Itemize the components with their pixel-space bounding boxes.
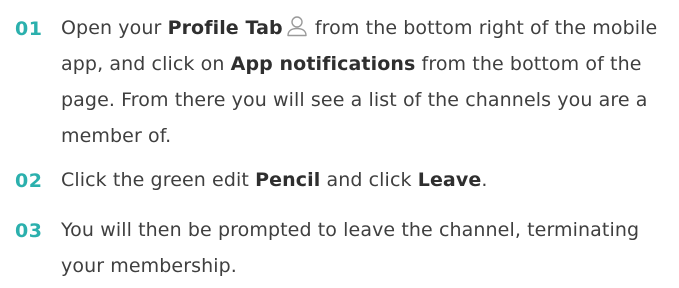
pencil-label: Pencil (255, 169, 321, 191)
step-number: 03 (15, 220, 43, 242)
profile-tab-label: Profile Tab (167, 17, 283, 39)
step-text: You will then be prompted to leave the c… (61, 212, 673, 284)
step-text-segment: Click the green edit (61, 169, 256, 191)
leave-label: Leave (417, 169, 482, 191)
app-notifications-label: App notifications (230, 53, 416, 75)
step-text-segment: Open your (61, 17, 168, 39)
step-text-segment: and click (320, 169, 418, 191)
step-text: Open your Profile Tab from the bottom ri… (61, 10, 673, 154)
user-profile-icon (286, 13, 308, 37)
step-number: 01 (15, 18, 43, 40)
step-text: Click the green edit Pencil and click Le… (61, 162, 673, 198)
step-number: 02 (15, 170, 43, 192)
step-text-segment: You will then be prompted to leave the c… (61, 219, 640, 277)
step-text-segment: . (481, 169, 488, 191)
